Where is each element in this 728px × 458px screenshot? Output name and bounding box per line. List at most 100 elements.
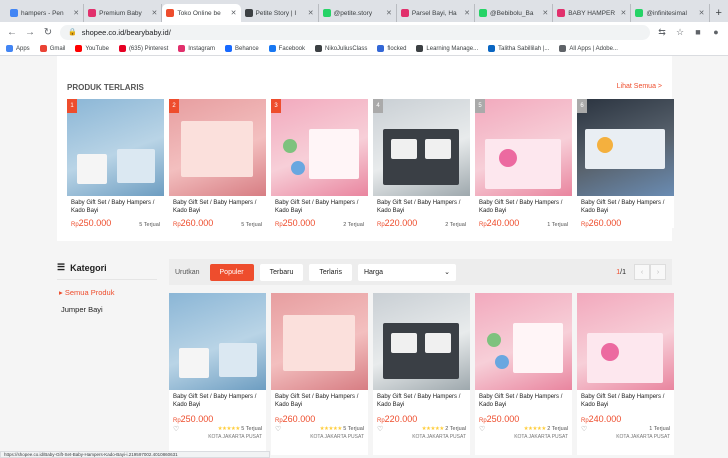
- product-card[interactable]: Baby Gift Set / Baby Hampers / Kado Bayi…: [271, 293, 368, 455]
- heart-icon[interactable]: ♡: [581, 425, 587, 433]
- product-name: Baby Gift Set / Baby Hampers / Kado Bayi: [479, 394, 563, 408]
- top-product-card[interactable]: 1 Baby Gift Set / Baby Hampers / Kado Ba…: [67, 99, 164, 228]
- rating-stars: ★★★★★: [523, 426, 547, 432]
- bookmark-item[interactable]: (635) Pinterest: [118, 45, 168, 52]
- behance-icon: [224, 45, 232, 52]
- browser-tab[interactable]: @petite.story ✕: [319, 4, 397, 22]
- product-price: Rp220.000: [377, 414, 418, 424]
- sort-bestselling-button[interactable]: Terlaris: [309, 263, 352, 281]
- star-icon[interactable]: ☆: [674, 27, 686, 38]
- close-icon[interactable]: ✕: [620, 9, 626, 17]
- category-item-jumper[interactable]: Jumper Bayi: [57, 305, 167, 314]
- top-product-card[interactable]: 4 Baby Gift Set / Baby Hampers / Kado Ba…: [373, 99, 470, 228]
- list-icon: ☰: [57, 262, 66, 272]
- heart-icon[interactable]: ♡: [173, 425, 179, 433]
- close-icon[interactable]: ✕: [231, 9, 237, 17]
- lock-icon: 🔒: [68, 29, 77, 36]
- category-heading: ☰ Kategori: [57, 256, 157, 280]
- top-product-card[interactable]: 5 Baby Gift Set / Baby Hampers / Kado Ba…: [475, 99, 572, 228]
- url-input[interactable]: 🔒 shopee.co.id/bearybaby.id/: [60, 24, 650, 40]
- bookmark-item[interactable]: Facebook: [268, 45, 305, 52]
- sort-newest-button[interactable]: Terbaru: [259, 263, 304, 281]
- browser-tab[interactable]: @infinitesimal ✕: [631, 4, 710, 22]
- close-icon[interactable]: ✕: [308, 9, 314, 17]
- close-icon[interactable]: ✕: [464, 9, 470, 17]
- browser-tab[interactable]: Premium Baby ✕: [84, 4, 163, 22]
- translate-icon[interactable]: ⇆: [656, 27, 668, 38]
- sold-count: 1 Terjual: [649, 426, 670, 432]
- pagination: 1/1 ‹ ›: [616, 264, 666, 280]
- sort-popular-button[interactable]: Populer: [209, 263, 254, 281]
- product-card[interactable]: Baby Gift Set / Baby Hampers / Kado Bayi…: [475, 293, 572, 455]
- browser-tab[interactable]: hampers - Pen ✕: [6, 4, 85, 22]
- bookmark-item[interactable]: Learning Manage...: [416, 45, 478, 52]
- product-image: [169, 293, 266, 390]
- tab-favicon-icon: [88, 9, 97, 17]
- product-image: [475, 293, 572, 390]
- product-price: Rp260.000: [173, 218, 214, 228]
- close-icon[interactable]: ✕: [542, 9, 548, 17]
- category-item-all[interactable]: ▸ Semua Produk: [57, 288, 167, 297]
- bookmark-item[interactable]: flocked: [377, 45, 406, 52]
- flocked-icon: [377, 45, 385, 52]
- bookmark-item[interactable]: Behance: [224, 45, 259, 52]
- apps-grid-icon: [559, 45, 567, 52]
- forward-arrow-icon[interactable]: →: [24, 27, 36, 38]
- tab-favicon-icon: [244, 9, 253, 17]
- sold-count: 2 Terjual: [445, 426, 466, 432]
- linkedin-icon: [488, 45, 496, 52]
- see-all-link[interactable]: Lihat Semua >: [617, 83, 662, 90]
- heart-icon[interactable]: ♡: [275, 425, 281, 433]
- top-product-card[interactable]: 6 Baby Gift Set / Baby Hampers / Kado Ba…: [577, 99, 674, 228]
- product-name: Baby Gift Set / Baby Hampers / Kado Bayi: [173, 200, 257, 214]
- product-card[interactable]: Baby Gift Set / Baby Hampers / Kado Bayi…: [373, 293, 470, 455]
- close-icon[interactable]: ✕: [151, 9, 157, 17]
- bookmark-item[interactable]: Apps: [6, 45, 30, 52]
- product-price: Rp250.000: [173, 414, 214, 424]
- heart-icon[interactable]: ♡: [377, 425, 383, 433]
- reload-icon[interactable]: ↻: [42, 27, 54, 38]
- sold-count: 1 Terjual: [547, 222, 568, 228]
- price-sort-select[interactable]: Harga ⌄: [357, 263, 456, 281]
- next-page-button[interactable]: ›: [650, 264, 666, 280]
- bookmark-item[interactable]: Gmail: [39, 45, 65, 52]
- rank-badge: 1: [67, 99, 77, 113]
- product-price: Rp260.000: [581, 218, 622, 228]
- profile-avatar[interactable]: ●: [710, 27, 722, 37]
- new-tab-button[interactable]: +: [710, 4, 728, 22]
- product-price: Rp250.000: [71, 218, 112, 228]
- bookmark-item[interactable]: All Apps | Adobe...: [559, 45, 618, 52]
- extension-icon[interactable]: ■: [692, 27, 704, 37]
- browser-tab[interactable]: @Bebibolu_Ba ✕: [475, 4, 554, 22]
- close-icon[interactable]: ✕: [386, 9, 392, 17]
- apps-grid-icon: [6, 45, 13, 52]
- bookmark-item[interactable]: Talitha Sabillilah |...: [488, 45, 549, 52]
- browser-tab[interactable]: BABY HAMPER ✕: [553, 4, 632, 22]
- shop-page: PRODUK TERLARIS Lihat Semua > 1 Baby Gif…: [0, 56, 728, 458]
- sort-label: Urutkan: [175, 268, 200, 276]
- bookmark-item[interactable]: NikoJuliusClass: [315, 45, 367, 52]
- back-arrow-icon[interactable]: ←: [6, 27, 18, 38]
- product-image: 6: [577, 99, 674, 196]
- heart-icon[interactable]: ♡: [479, 425, 485, 433]
- product-name: Baby Gift Set / Baby Hampers / Kado Bayi: [377, 200, 461, 214]
- top-product-card[interactable]: 2 Baby Gift Set / Baby Hampers / Kado Ba…: [169, 99, 266, 228]
- product-name: Baby Gift Set / Baby Hampers / Kado Bayi: [275, 394, 359, 408]
- top-product-card[interactable]: 3 Baby Gift Set / Baby Hampers / Kado Ba…: [271, 99, 368, 228]
- browser-tab[interactable]: Petite Story | I ✕: [241, 4, 319, 22]
- close-icon[interactable]: ✕: [699, 9, 705, 17]
- product-price: Rp260.000: [275, 414, 316, 424]
- product-card[interactable]: Baby Gift Set / Baby Hampers / Kado Bayi…: [577, 293, 674, 455]
- bookmark-item[interactable]: YouTube: [75, 45, 109, 52]
- browser-tab-active[interactable]: Toko Online be ✕: [162, 4, 241, 22]
- category-sidebar: ☰ Kategori ▸ Semua Produk Jumper Bayi: [57, 256, 167, 314]
- product-price: Rp250.000: [275, 218, 316, 228]
- bookmark-item[interactable]: Instagram: [178, 45, 215, 52]
- product-card[interactable]: Baby Gift Set / Baby Hampers / Kado Bayi…: [169, 293, 266, 455]
- shop-location: KOTA JAKARTA PUSAT: [310, 434, 364, 440]
- prev-page-button[interactable]: ‹: [634, 264, 650, 280]
- close-icon[interactable]: ✕: [73, 9, 79, 17]
- browser-tab[interactable]: Parsel Bayi, Ha ✕: [397, 4, 476, 22]
- url-text: shopee.co.id/bearybaby.id/: [81, 27, 171, 37]
- tab-favicon-icon: [10, 9, 18, 17]
